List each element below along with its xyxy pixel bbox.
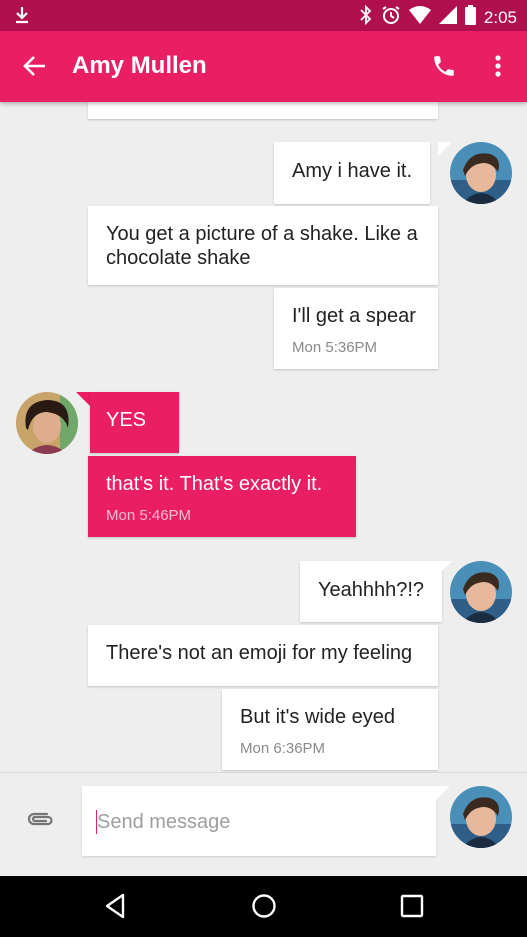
- back-arrow-icon[interactable]: [22, 53, 48, 84]
- alarm-icon: [381, 5, 401, 30]
- battery-icon: [464, 5, 476, 30]
- message-text: that's it. That's exactly it.: [106, 473, 323, 495]
- avatar-sender[interactable]: [450, 786, 512, 848]
- message-text: There's not an emoji for my feeling: [106, 642, 413, 664]
- message-bubble-out[interactable]: Amy i have it.: [274, 142, 431, 204]
- bluetooth-icon: [359, 4, 373, 30]
- message-bubble-in[interactable]: YES: [90, 392, 180, 453]
- message-bubble-out[interactable]: I'll get a spear Mon 5:36PM: [274, 288, 438, 369]
- signal-icon: [438, 6, 457, 29]
- avatar-contact: [16, 392, 78, 454]
- message-text: I'll get a spear: [292, 305, 416, 327]
- status-time: 2:05: [483, 8, 517, 27]
- message-text: But it's wide eyed: [240, 706, 396, 728]
- app-bar: Amy Mullen: [0, 31, 527, 102]
- message-bubble-out[interactable]: There's not an emoji for my feeling: [88, 625, 438, 686]
- bubble-tail: [76, 392, 90, 406]
- phone-icon[interactable]: [431, 53, 457, 84]
- bubble-tail: [438, 142, 452, 156]
- message-timestamp: Mon 5:46PM: [106, 507, 192, 524]
- bubble-tail: [438, 561, 452, 575]
- wifi-icon: [408, 6, 431, 29]
- recents-square-icon[interactable]: [400, 893, 424, 924]
- system-nav-bar: [0, 876, 527, 937]
- message-input-placeholder: Send message: [97, 811, 231, 833]
- message-text: YES: [106, 409, 147, 431]
- message-list[interactable]: Amy i have it. You get a picture of a sh…: [0, 102, 527, 772]
- message-input[interactable]: Send message: [82, 786, 436, 856]
- message-timestamp: Mon 6:36PM: [240, 740, 326, 757]
- message-bubble-out[interactable]: But it's wide eyed Mon 6:36PM: [222, 689, 438, 770]
- message-timestamp: Mon 5:36PM: [292, 339, 378, 356]
- message-bubble-out[interactable]: You get a picture of a shake. Like a cho…: [88, 206, 438, 285]
- compose-bar: Send message: [0, 772, 527, 877]
- avatar-me: [450, 142, 512, 204]
- more-vert-icon[interactable]: [488, 53, 508, 84]
- attach-icon[interactable]: [26, 809, 56, 834]
- message-text: Yeahhhh?!?: [318, 579, 425, 601]
- download-icon: [12, 5, 32, 30]
- bubble-tail: [436, 786, 450, 800]
- status-bar: 2:05: [0, 0, 527, 31]
- back-triangle-icon[interactable]: [103, 893, 127, 924]
- message-bubble-out[interactable]: Yeahhhh?!?: [300, 561, 443, 622]
- message-text: Amy i have it.: [292, 160, 413, 182]
- home-circle-icon[interactable]: [251, 893, 277, 924]
- avatar-me: [450, 561, 512, 623]
- message-bubble-partial: [88, 102, 438, 119]
- message-bubble-in[interactable]: that's it. That's exactly it. Mon 5:46PM: [88, 456, 356, 537]
- message-text: You get a picture of a shake. Like a cho…: [106, 223, 418, 269]
- conversation-title: Amy Mullen: [72, 52, 207, 79]
